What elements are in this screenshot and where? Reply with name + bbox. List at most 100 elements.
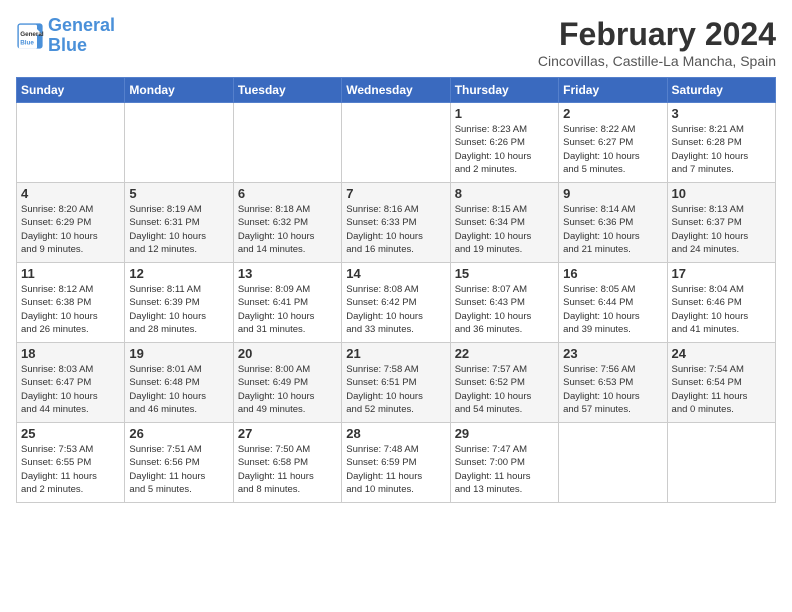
day-info: Sunrise: 7:47 AM Sunset: 7:00 PM Dayligh… <box>455 443 554 496</box>
calendar-cell: 16Sunrise: 8:05 AM Sunset: 6:44 PM Dayli… <box>559 263 667 343</box>
svg-text:General: General <box>20 31 44 38</box>
day-number: 27 <box>238 426 337 441</box>
location: Cincovillas, Castille-La Mancha, Spain <box>538 53 776 69</box>
day-info: Sunrise: 8:21 AM Sunset: 6:28 PM Dayligh… <box>672 123 771 176</box>
day-number: 7 <box>346 186 445 201</box>
day-number: 18 <box>21 346 120 361</box>
day-info: Sunrise: 8:22 AM Sunset: 6:27 PM Dayligh… <box>563 123 662 176</box>
calendar-cell: 6Sunrise: 8:18 AM Sunset: 6:32 PM Daylig… <box>233 183 341 263</box>
day-number: 17 <box>672 266 771 281</box>
weekday-sunday: Sunday <box>17 78 125 103</box>
calendar-cell <box>17 103 125 183</box>
calendar-cell <box>125 103 233 183</box>
calendar-table: Sunday Monday Tuesday Wednesday Thursday… <box>16 77 776 503</box>
calendar-cell: 14 Sunrise: 8:08 AM Sunset: 6:42 PM Dayli… <box>342 263 450 343</box>
weekday-tuesday: Tuesday <box>233 78 341 103</box>
page-header: General Blue General Blue February 2024 … <box>16 16 776 69</box>
title-block: February 2024 Cincovillas, Castille-La M… <box>538 16 776 69</box>
day-info: Sunrise: 7:54 AM Sunset: 6:54 PM Dayligh… <box>672 363 771 416</box>
calendar-cell: 19 Sunrise: 8:01 AM Sunset: 6:48 PM Dayli… <box>125 343 233 423</box>
calendar-cell: 15Sunrise: 8:07 AM Sunset: 6:43 PM Dayli… <box>450 263 558 343</box>
calendar-cell <box>559 423 667 503</box>
day-number: 29 <box>455 426 554 441</box>
day-info: Sunrise: 8:01 AM Sunset: 6:48 PM Dayligh… <box>129 363 228 416</box>
day-number: 23 <box>563 346 662 361</box>
day-number: 5 <box>129 186 228 201</box>
day-number: 4 <box>21 186 120 201</box>
month-year: February 2024 <box>538 16 776 53</box>
day-number: 6 <box>238 186 337 201</box>
calendar-cell: 18 Sunrise: 8:03 AM Sunset: 6:47 PM Dayli… <box>17 343 125 423</box>
calendar-cell: 27Sunrise: 7:50 AM Sunset: 6:58 PM Dayli… <box>233 423 341 503</box>
weekday-wednesday: Wednesday <box>342 78 450 103</box>
day-info: Sunrise: 8:14 AM Sunset: 6:36 PM Dayligh… <box>563 203 662 256</box>
day-info: Sunrise: 8:09 AM Sunset: 6:41 PM Dayligh… <box>238 283 337 336</box>
day-number: 25 <box>21 426 120 441</box>
calendar-cell: 24 Sunrise: 7:54 AM Sunset: 6:54 PM Dayli… <box>667 343 775 423</box>
day-info: Sunrise: 7:58 AM Sunset: 6:51 PM Dayligh… <box>346 363 445 416</box>
logo-icon: General Blue <box>16 22 44 50</box>
day-number: 28 <box>346 426 445 441</box>
calendar-cell: 13 Sunrise: 8:09 AM Sunset: 6:41 PM Dayli… <box>233 263 341 343</box>
day-number: 24 <box>672 346 771 361</box>
calendar-cell: 12Sunrise: 8:11 AM Sunset: 6:39 PM Dayli… <box>125 263 233 343</box>
day-info: Sunrise: 7:51 AM Sunset: 6:56 PM Dayligh… <box>129 443 228 496</box>
calendar-week-4: 25 Sunrise: 7:53 AM Sunset: 6:55 PM Dayli… <box>17 423 776 503</box>
day-info: Sunrise: 8:05 AM Sunset: 6:44 PM Dayligh… <box>563 283 662 336</box>
day-number: 1 <box>455 106 554 121</box>
day-number: 19 <box>129 346 228 361</box>
calendar-cell: 23 Sunrise: 7:56 AM Sunset: 6:53 PM Dayli… <box>559 343 667 423</box>
calendar-cell: 5 Sunrise: 8:19 AM Sunset: 6:31 PM Daylig… <box>125 183 233 263</box>
weekday-saturday: Saturday <box>667 78 775 103</box>
weekday-row: Sunday Monday Tuesday Wednesday Thursday… <box>17 78 776 103</box>
calendar-cell: 29 Sunrise: 7:47 AM Sunset: 7:00 PM Dayli… <box>450 423 558 503</box>
day-number: 8 <box>455 186 554 201</box>
calendar-cell: 20Sunrise: 8:00 AM Sunset: 6:49 PM Dayli… <box>233 343 341 423</box>
day-info: Sunrise: 8:12 AM Sunset: 6:38 PM Dayligh… <box>21 283 120 336</box>
calendar-cell: 7Sunrise: 8:16 AM Sunset: 6:33 PM Daylig… <box>342 183 450 263</box>
day-number: 14 <box>346 266 445 281</box>
day-number: 15 <box>455 266 554 281</box>
day-info: Sunrise: 8:19 AM Sunset: 6:31 PM Dayligh… <box>129 203 228 256</box>
calendar-cell: 10 Sunrise: 8:13 AM Sunset: 6:37 PM Dayli… <box>667 183 775 263</box>
calendar-cell: 3 Sunrise: 8:21 AM Sunset: 6:28 PM Daylig… <box>667 103 775 183</box>
day-info: Sunrise: 8:13 AM Sunset: 6:37 PM Dayligh… <box>672 203 771 256</box>
calendar-cell <box>233 103 341 183</box>
weekday-monday: Monday <box>125 78 233 103</box>
day-number: 26 <box>129 426 228 441</box>
weekday-thursday: Thursday <box>450 78 558 103</box>
calendar-cell: 9 Sunrise: 8:14 AM Sunset: 6:36 PM Daylig… <box>559 183 667 263</box>
day-info: Sunrise: 8:23 AM Sunset: 6:26 PM Dayligh… <box>455 123 554 176</box>
day-number: 11 <box>21 266 120 281</box>
calendar-cell <box>667 423 775 503</box>
calendar-week-3: 18 Sunrise: 8:03 AM Sunset: 6:47 PM Dayli… <box>17 343 776 423</box>
day-info: Sunrise: 8:15 AM Sunset: 6:34 PM Dayligh… <box>455 203 554 256</box>
calendar-cell: 25 Sunrise: 7:53 AM Sunset: 6:55 PM Dayli… <box>17 423 125 503</box>
svg-text:Blue: Blue <box>20 39 34 46</box>
day-info: Sunrise: 7:48 AM Sunset: 6:59 PM Dayligh… <box>346 443 445 496</box>
day-info: Sunrise: 8:08 AM Sunset: 6:42 PM Dayligh… <box>346 283 445 336</box>
day-info: Sunrise: 7:53 AM Sunset: 6:55 PM Dayligh… <box>21 443 120 496</box>
calendar-cell: 22Sunrise: 7:57 AM Sunset: 6:52 PM Dayli… <box>450 343 558 423</box>
calendar-header: Sunday Monday Tuesday Wednesday Thursday… <box>17 78 776 103</box>
day-number: 2 <box>563 106 662 121</box>
calendar-cell: 1 Sunrise: 8:23 AM Sunset: 6:26 PM Daylig… <box>450 103 558 183</box>
day-info: Sunrise: 8:20 AM Sunset: 6:29 PM Dayligh… <box>21 203 120 256</box>
day-number: 10 <box>672 186 771 201</box>
day-info: Sunrise: 7:57 AM Sunset: 6:52 PM Dayligh… <box>455 363 554 416</box>
day-number: 12 <box>129 266 228 281</box>
day-number: 20 <box>238 346 337 361</box>
weekday-friday: Friday <box>559 78 667 103</box>
calendar-week-1: 4 Sunrise: 8:20 AM Sunset: 6:29 PM Daylig… <box>17 183 776 263</box>
logo-line1: General <box>48 15 115 35</box>
logo-line2: Blue <box>48 35 87 55</box>
day-info: Sunrise: 7:56 AM Sunset: 6:53 PM Dayligh… <box>563 363 662 416</box>
day-number: 13 <box>238 266 337 281</box>
day-number: 9 <box>563 186 662 201</box>
day-number: 21 <box>346 346 445 361</box>
day-info: Sunrise: 8:03 AM Sunset: 6:47 PM Dayligh… <box>21 363 120 416</box>
calendar-cell <box>342 103 450 183</box>
calendar-body: 1 Sunrise: 8:23 AM Sunset: 6:26 PM Daylig… <box>17 103 776 503</box>
calendar-cell: 8 Sunrise: 8:15 AM Sunset: 6:34 PM Daylig… <box>450 183 558 263</box>
day-number: 3 <box>672 106 771 121</box>
